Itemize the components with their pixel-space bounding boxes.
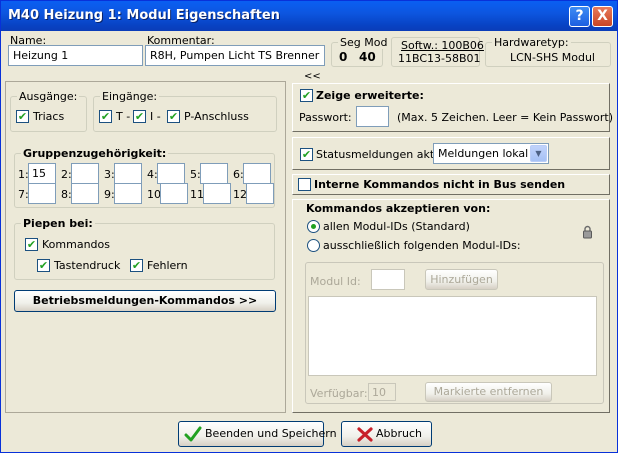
group-input[interactable] — [28, 183, 56, 204]
name-field[interactable]: Heizung 1 — [8, 45, 143, 66]
title-bar[interactable]: M40 Heizung 1: Modul Eigenschaften ? X — [1, 1, 617, 31]
operation-messages-button[interactable]: Betriebsmeldungen-Kommandos >> — [14, 290, 276, 312]
mod-value: 40 — [359, 50, 376, 64]
internal-commands-label: Interne Kommandos nicht in Bus senden — [314, 178, 566, 191]
cancel-button[interactable]: Abbruch — [341, 421, 432, 447]
window-title: M40 Heizung 1: Modul Eigenschaften — [8, 8, 280, 23]
internal-commands-checkbox[interactable] — [298, 178, 311, 191]
add-button[interactable]: Hinzufügen — [425, 269, 498, 290]
segmod-label: Seg Mod — [338, 36, 390, 49]
save-and-exit-button[interactable]: Beenden und Speichern — [178, 421, 337, 447]
status-active-checkbox[interactable]: ✔ — [300, 148, 313, 161]
beep-commands-label: Kommandos — [42, 238, 110, 251]
input-t-checkbox[interactable]: ✔ — [99, 110, 112, 123]
input-p-label: P-Anschluss — [184, 110, 249, 123]
software-value: 11BC13-58B01 — [398, 52, 481, 65]
checkmark-icon — [184, 426, 202, 442]
input-p-checkbox[interactable]: ✔ — [167, 110, 180, 123]
collapse-toggle[interactable]: << — [304, 71, 321, 82]
group-input[interactable] — [71, 183, 99, 204]
group-input[interactable] — [203, 183, 231, 204]
triacs-checkbox[interactable]: ✔ — [16, 110, 29, 123]
hardware-value: LCN-SHS Modul — [510, 51, 595, 64]
group-input[interactable] — [160, 183, 188, 204]
input-t-label: T - — [116, 110, 131, 123]
password-input[interactable] — [356, 106, 389, 127]
chevron-down-icon[interactable]: ▼ — [530, 145, 547, 162]
inputs-title: Eingänge: — [100, 90, 160, 103]
module-id-list[interactable] — [308, 296, 597, 376]
accept-title: Kommandos akzeptieren von: — [306, 202, 491, 215]
beep-key-checkbox[interactable]: ✔ — [37, 259, 50, 272]
accept-all-radio[interactable] — [307, 220, 320, 233]
show-extended-label: Zeige erweiterte: — [316, 89, 424, 102]
beep-errors-label: Fehlern — [147, 259, 188, 272]
software-label[interactable]: Softw.: 100B06 — [401, 39, 484, 52]
input-i-checkbox[interactable]: ✔ — [133, 110, 146, 123]
group-input[interactable] — [157, 163, 185, 184]
remove-marked-button[interactable]: Markierte entfernen — [425, 382, 552, 402]
status-select-value: Meldungen lokal — [438, 147, 529, 160]
lock-icon[interactable] — [582, 225, 593, 239]
save-and-exit-label: Beenden und Speichern — [205, 427, 337, 440]
radio-dot — [311, 224, 316, 229]
beep-key-label: Tastendruck — [54, 259, 121, 272]
group-input[interactable] — [200, 163, 228, 184]
seg-value: 0 — [339, 50, 348, 64]
beep-commands-checkbox[interactable]: ✔ — [25, 238, 38, 251]
comment-field[interactable]: R8H, Pumpen Licht TS Brenner — [145, 45, 325, 66]
triacs-label: Triacs — [33, 110, 65, 123]
status-active-label: Statusmeldungen aktiv — [316, 148, 444, 161]
password-hint: (Max. 5 Zeichen. Leer = Kein Passwort) — [397, 111, 613, 124]
available-value: 10 — [368, 383, 396, 401]
password-label: Passwort: — [299, 111, 352, 124]
outputs-title: Ausgänge: — [17, 90, 80, 103]
module-id-input[interactable] — [371, 269, 405, 290]
show-extended-checkbox[interactable]: ✔ — [300, 89, 313, 102]
group-input[interactable] — [114, 163, 142, 184]
input-i-label: I - — [150, 110, 161, 123]
beep-errors-checkbox[interactable]: ✔ — [130, 259, 143, 272]
cancel-x-icon — [357, 427, 373, 442]
dialog-window: M40 Heizung 1: Modul Eigenschaften ? X N… — [0, 0, 618, 453]
group-input[interactable] — [246, 183, 274, 204]
group-input[interactable] — [114, 183, 142, 204]
beep-title: Piepen bei: — [21, 217, 95, 230]
groups-title: Gruppenzugehörigkeit: — [21, 147, 169, 160]
module-id-label: Modul Id: — [310, 275, 361, 288]
accept-only-label: ausschließlich folgenden Modul-IDs: — [323, 239, 521, 252]
group-input[interactable]: 15 — [28, 163, 56, 184]
status-select[interactable]: Meldungen lokal ▼ — [433, 143, 549, 164]
accept-only-radio[interactable] — [307, 239, 320, 252]
group-input[interactable] — [71, 163, 99, 184]
accept-all-label: allen Modul-IDs (Standard) — [323, 220, 470, 233]
cancel-label: Abbruch — [376, 427, 423, 440]
available-label: Verfügbar: — [310, 387, 368, 400]
group-input[interactable] — [243, 163, 271, 184]
close-button[interactable]: X — [592, 6, 613, 27]
help-button[interactable]: ? — [569, 6, 590, 27]
hardware-label: Hardwaretyp: — [492, 36, 571, 49]
